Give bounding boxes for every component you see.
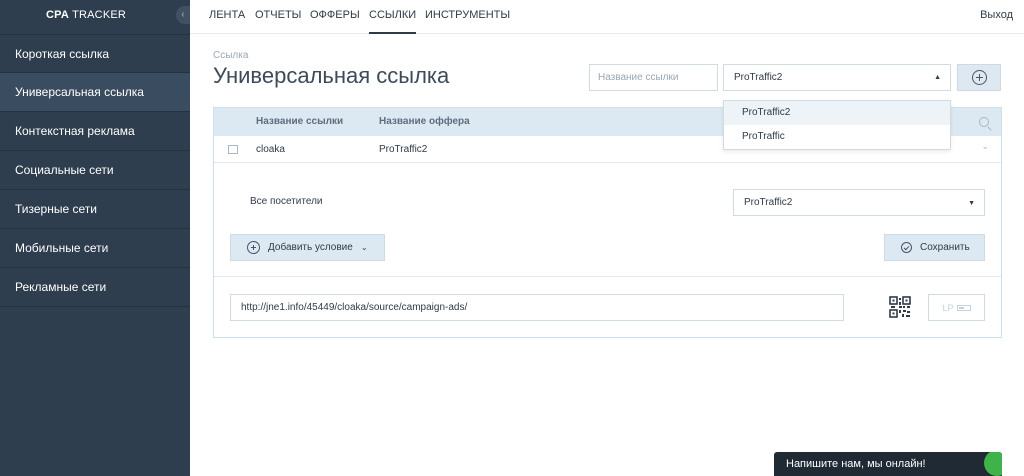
check-circle-icon — [901, 242, 912, 253]
copy-icon[interactable] — [228, 145, 238, 154]
offer-select-value: ProTraffic2 — [734, 72, 783, 83]
breadcrumb[interactable]: Ссылка — [213, 50, 248, 61]
chevron-left-icon[interactable]: ‹ — [176, 6, 190, 24]
cell-link-name: cloaka — [256, 144, 285, 155]
add-condition-button[interactable]: Добавить условие ⌄ — [230, 234, 385, 261]
dropdown-option[interactable]: ProTraffic2 — [724, 101, 950, 125]
qr-code-icon[interactable] — [889, 296, 911, 318]
chevron-down-icon: ⌄ — [360, 243, 368, 252]
add-condition-label: Добавить условие — [268, 242, 353, 253]
visitors-label: Все посетители — [250, 196, 323, 207]
save-button[interactable]: Сохранить — [884, 234, 985, 261]
page-title: Универсальная ссылка — [213, 63, 450, 88]
sidebar-item-label: Рекламные сети — [15, 280, 107, 294]
sidebar-item-label: Мобильные сети — [15, 241, 109, 255]
sidebar-item-label: Короткая ссылка — [15, 46, 110, 61]
lp-toggle-button[interactable]: LP — [928, 294, 985, 321]
row-details-panel: Все посетители ProTraffic2 ▼ Добавить ус… — [214, 164, 1001, 277]
caret-up-icon: ▲ — [934, 74, 941, 81]
sidebar-item-social-networks[interactable]: Социальные сети — [0, 151, 190, 190]
sidebar-item-label: Социальные сети — [15, 163, 114, 177]
search-icon[interactable] — [979, 117, 989, 127]
chevron-down-icon[interactable]: ⌄ — [981, 141, 989, 152]
nav-feed[interactable]: ЛЕНТА — [209, 0, 245, 34]
condition-offer-select[interactable]: ProTraffic2 ▼ — [733, 189, 985, 216]
column-header-link-name[interactable]: Название ссылки — [256, 108, 343, 136]
sidebar-item-short-link[interactable]: Короткая ссылка — [0, 34, 190, 73]
offer-dropdown: ProTraffic2 ProTraffic — [723, 100, 951, 150]
sidebar-item-mobile-networks[interactable]: Мобильные сети — [0, 229, 190, 268]
link-name-input[interactable] — [589, 64, 718, 91]
logout-link[interactable]: Выход — [980, 0, 1013, 30]
column-header-offer-name[interactable]: Название оффера — [379, 108, 470, 136]
add-link-button[interactable] — [957, 64, 1001, 91]
online-status-icon — [984, 452, 1002, 476]
nav-offers[interactable]: ОФФЕРЫ — [310, 0, 360, 34]
nav-tools[interactable]: ИНСТРУМЕНТЫ — [425, 0, 510, 34]
sidebar-item-contextual-ads[interactable]: Контекстная реклама — [0, 112, 190, 151]
condition-offer-value: ProTraffic2 — [744, 197, 793, 208]
top-nav: ЛЕНТА ОТЧЕТЫ ОФФЕРЫ ССЫЛКИ ИНСТРУМЕНТЫ В… — [190, 0, 1024, 34]
lp-label: LP — [942, 302, 954, 313]
nav-reports[interactable]: ОТЧЕТЫ — [255, 0, 301, 34]
caret-down-icon: ▼ — [968, 200, 975, 207]
sidebar-item-label: Тизерные сети — [15, 202, 97, 216]
sidebar-item-ad-networks[interactable]: Рекламные сети — [0, 268, 190, 307]
generated-url-field[interactable]: http://jne1.info/45449/cloaka/source/cam… — [230, 294, 844, 321]
chat-label: Напишите нам, мы онлайн! — [786, 458, 926, 470]
toggle-icon — [956, 304, 971, 311]
save-label: Сохранить — [920, 242, 970, 253]
offer-select[interactable]: ProTraffic2 ▲ — [723, 64, 951, 91]
logo-text: CPA TRACKER — [46, 9, 127, 21]
plus-circle-icon — [247, 241, 260, 254]
plus-circle-icon — [971, 70, 987, 85]
sidebar: CPA TRACKER ‹ Короткая ссылка Универсаль… — [0, 0, 190, 476]
chat-widget[interactable]: Напишите нам, мы онлайн! — [774, 452, 1002, 476]
dropdown-option[interactable]: ProTraffic — [724, 125, 950, 149]
sidebar-item-label: Контекстная реклама — [15, 124, 135, 138]
logo[interactable]: CPA TRACKER ‹ — [0, 0, 190, 34]
sidebar-item-universal-link[interactable]: Универсальная ссылка — [0, 73, 190, 112]
sidebar-item-label: Универсальная ссылка — [15, 85, 144, 99]
nav-links[interactable]: ССЫЛКИ — [369, 0, 417, 34]
cell-offer-name: ProTraffic2 — [379, 144, 428, 155]
sidebar-item-teaser-networks[interactable]: Тизерные сети — [0, 190, 190, 229]
